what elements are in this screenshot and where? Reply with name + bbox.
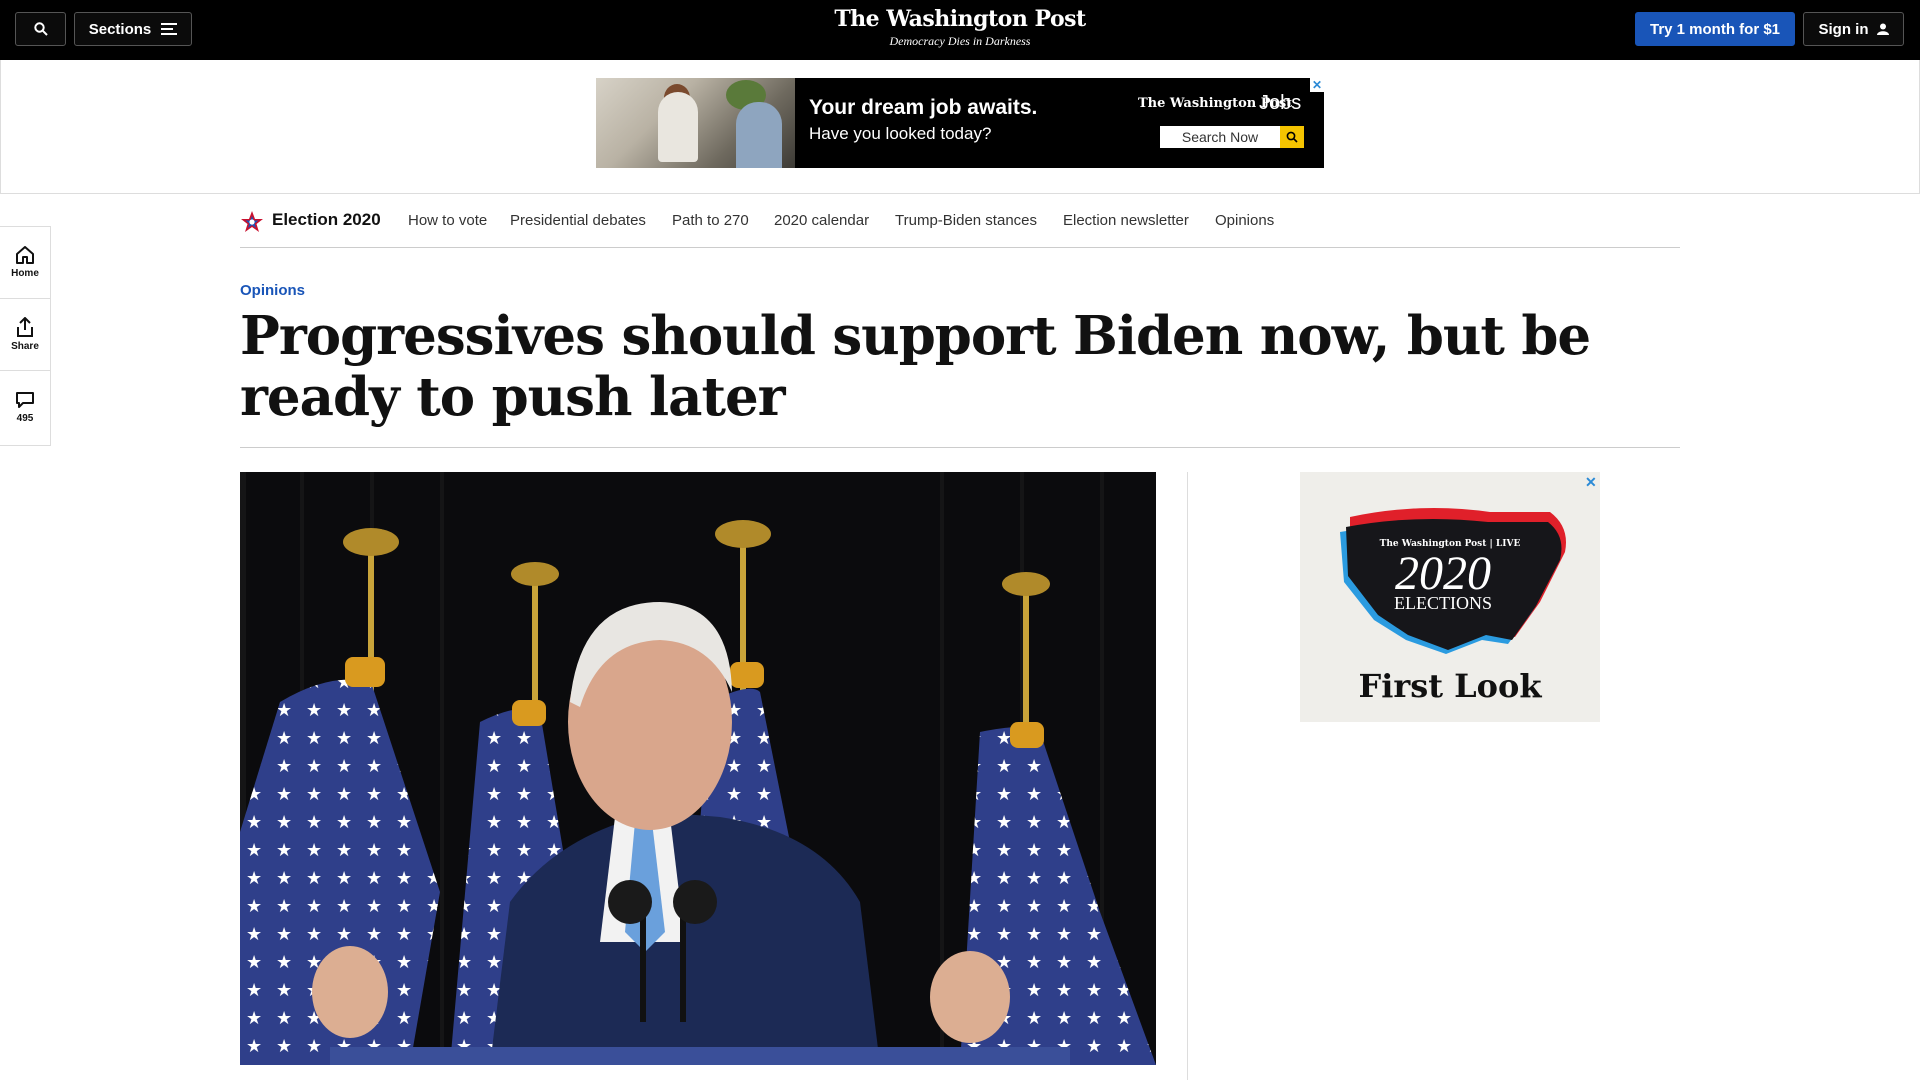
search-button[interactable] — [15, 12, 66, 46]
home-label: Home — [11, 268, 39, 279]
nav-election-newsletter[interactable]: Election newsletter — [1063, 212, 1189, 229]
nav-trump-biden-stances[interactable]: Trump-Biden stances — [895, 212, 1037, 229]
side-ad-close-icon[interactable]: ✕ — [1585, 474, 1597, 491]
comments-count: 495 — [16, 412, 34, 424]
sections-button[interactable]: Sections — [74, 12, 192, 46]
comments-button[interactable]: 495 — [0, 371, 50, 443]
nav-opinions[interactable]: Opinions — [1215, 212, 1274, 229]
banner-ad-product: Jobs — [1259, 92, 1302, 114]
nav-path-to-270[interactable]: Path to 270 — [672, 212, 749, 229]
side-ad-title: ELECTIONS — [1394, 593, 1492, 613]
banner-ad-subline: Have you looked today? — [809, 124, 992, 143]
subscribe-button[interactable]: Try 1 month for $1 — [1635, 12, 1795, 46]
banner-ad-headline: Your dream job awaits. — [809, 96, 1038, 119]
masthead[interactable]: The Washington Post Democracy Dies in Da… — [760, 4, 1160, 48]
search-icon — [33, 22, 48, 36]
share-button[interactable]: Share — [0, 299, 50, 371]
column-divider — [1187, 472, 1188, 1080]
home-button[interactable]: Home — [0, 227, 50, 299]
ad-close-icon[interactable]: ✕ — [1310, 78, 1324, 92]
article-hero-image: ★ — [240, 472, 1156, 1065]
election-2020-nav: Election 2020 How to vote Presidential d… — [240, 194, 1680, 248]
elections-side-ad[interactable]: The Washington Post | LIVE 2020 ELECTION… — [1300, 472, 1600, 722]
home-icon — [16, 246, 34, 264]
share-label: Share — [11, 341, 39, 352]
article-headline: Progressives should support Biden now, b… — [240, 305, 1591, 428]
nav-presidential-debates[interactable]: Presidential debates — [510, 212, 646, 229]
side-ad-tagline: First Look — [1358, 667, 1542, 705]
sign-in-button[interactable]: Sign in — [1803, 12, 1904, 46]
share-icon — [17, 317, 33, 337]
headline-divider — [240, 447, 1680, 448]
nav-how-to-vote[interactable]: How to vote — [408, 212, 487, 229]
washington-post-logo[interactable]: The Washington Post — [760, 4, 1160, 34]
election-2020-link[interactable]: Election 2020 — [272, 210, 381, 230]
masthead-tagline: Democracy Dies in Darkness — [889, 34, 1031, 48]
comment-icon — [16, 391, 34, 408]
sections-label: Sections — [88, 20, 152, 38]
article-tool-rail: Home Share 495 — [0, 226, 51, 446]
banner-search-now-button[interactable]: Search Now — [1160, 126, 1280, 148]
banner-ad-photo — [596, 78, 795, 168]
jobs-banner-ad[interactable]: Your dream job awaits. Have you looked t… — [596, 78, 1324, 168]
banner-search-icon[interactable] — [1280, 126, 1304, 148]
user-icon — [1876, 23, 1889, 35]
election-star-icon — [241, 211, 263, 232]
sign-in-label: Sign in — [1818, 20, 1869, 38]
section-kicker[interactable]: Opinions — [240, 282, 305, 299]
menu-icon — [161, 23, 178, 35]
top-navigation-bar: Sections The Washington Post Democracy D… — [0, 0, 1920, 60]
nav-2020-calendar[interactable]: 2020 calendar — [774, 212, 869, 229]
